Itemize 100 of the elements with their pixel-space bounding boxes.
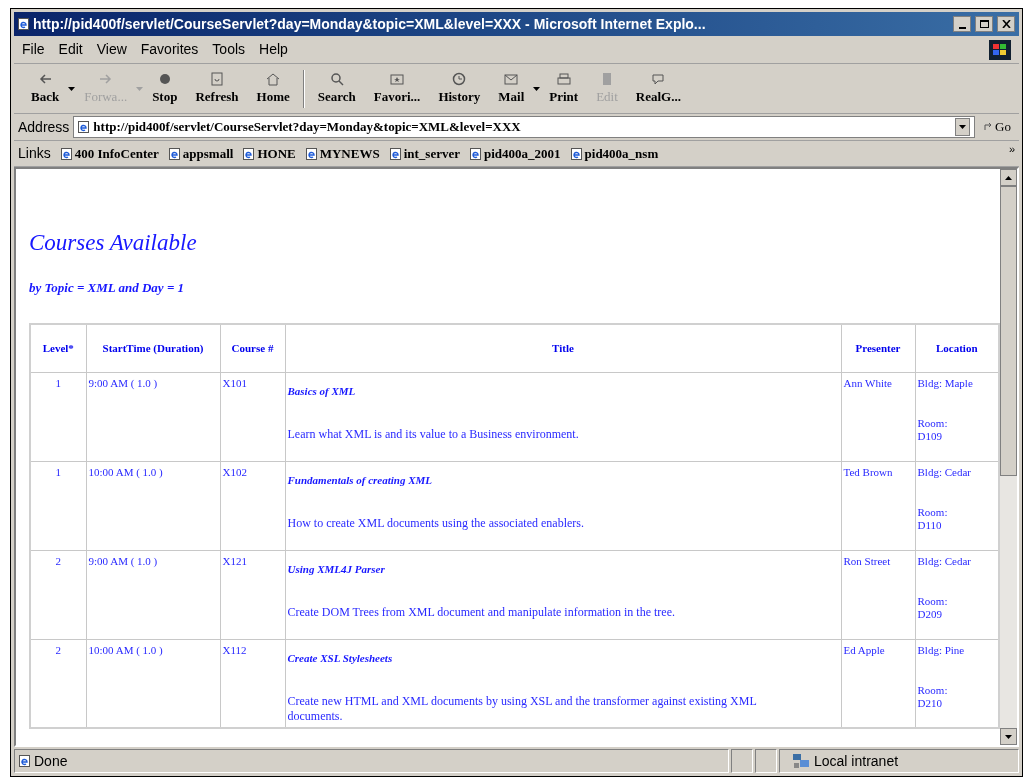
- page-icon: [19, 755, 30, 767]
- level-cell: 2: [30, 550, 86, 640]
- building-text: Bldg: Maple: [917, 376, 974, 391]
- page-icon: [243, 147, 255, 160]
- page-icon: [18, 18, 29, 30]
- scroll-down-button[interactable]: [1000, 728, 1017, 745]
- toolbar-button[interactable]: Search: [308, 70, 365, 107]
- level-cell: 1: [30, 461, 86, 551]
- page-icon: [469, 147, 481, 160]
- link-button[interactable]: HONE: [243, 143, 296, 164]
- scroll-up-button[interactable]: [1000, 169, 1017, 186]
- presenter-cell: Ed Apple: [841, 639, 915, 729]
- link-button[interactable]: pid400a_2001: [469, 143, 561, 164]
- column-header: Course #: [220, 324, 285, 373]
- column-header: StartTime (Duration): [86, 324, 220, 373]
- page-icon: [389, 147, 401, 160]
- intranet-computers-icon: [792, 753, 810, 769]
- printer-icon: [555, 70, 572, 87]
- dropdown-caret-icon: [136, 86, 144, 91]
- toolbar-button[interactable]: Stop: [143, 70, 187, 107]
- course-number-cell: X121: [220, 550, 285, 640]
- vertical-scrollbar[interactable]: [1000, 169, 1017, 745]
- address-label: Address: [18, 117, 70, 137]
- address-field[interactable]: http://pid400f/servlet/CourseServlet?day=Monday&topic=XML&level=XXX: [73, 116, 976, 138]
- down-arrow-icon: [1005, 734, 1012, 739]
- menu-item[interactable]: File: [22, 39, 45, 60]
- course-number-cell: X102: [220, 461, 285, 551]
- course-title: Basics of XML: [287, 383, 357, 399]
- close-button[interactable]: [997, 16, 1015, 32]
- close-icon: [1001, 20, 1011, 28]
- link-button[interactable]: MYNEWS: [305, 143, 380, 164]
- menu-item[interactable]: Tools: [212, 39, 246, 60]
- course-title: Create XSL Stylesheets: [287, 650, 394, 666]
- room-text: Room: D109: [917, 416, 949, 444]
- clock-icon: [451, 70, 468, 87]
- status-panel: [755, 749, 777, 773]
- course-description: Create DOM Trees from XML document and manipulate information in the tree.: [287, 605, 676, 621]
- menu-item[interactable]: Help: [259, 39, 288, 60]
- column-header: Title: [285, 324, 841, 373]
- toolbar-button[interactable]: Favori...: [364, 70, 430, 107]
- dropdown-caret-icon: [533, 86, 541, 91]
- dropdown-caret-icon: [68, 86, 76, 91]
- menu-item[interactable]: Edit: [58, 39, 83, 60]
- presenter-cell: Ron Street: [841, 550, 915, 640]
- go-button[interactable]: Go: [979, 117, 1015, 137]
- course-description: Create new HTML and XML documents by using XSL and the transformer against existing XML documents.: [287, 694, 758, 725]
- level-cell: 1: [30, 372, 86, 462]
- links-label: Links: [18, 144, 51, 163]
- course-title: Using XML4J Parser: [287, 561, 386, 577]
- address-dropdown-button[interactable]: [955, 118, 971, 136]
- page-icon: [305, 147, 317, 160]
- start-time-cell: 9:00 AM ( 1.0 ): [86, 550, 220, 640]
- presenter-cell: Ann White: [841, 372, 915, 462]
- search-icon: [328, 70, 345, 87]
- menu-item[interactable]: View: [96, 39, 127, 60]
- column-header: Level*: [30, 324, 86, 373]
- page-icon: [60, 147, 72, 160]
- start-time-cell: 10:00 AM ( 1.0 ): [86, 639, 220, 729]
- page-heading: Courses Available: [29, 229, 198, 257]
- building-text: Bldg: Cedar: [917, 465, 972, 480]
- room-text: Room: D110: [917, 505, 949, 533]
- zone-text: Local intranet: [814, 751, 899, 771]
- course-description: Learn what XML is and its value to a Business environment.: [287, 427, 580, 443]
- toolbar-button[interactable]: Refresh: [186, 70, 248, 107]
- start-time-cell: 9:00 AM ( 1.0 ): [86, 372, 220, 462]
- toolbar-button[interactable]: History: [429, 70, 490, 107]
- maximize-button[interactable]: [975, 16, 993, 32]
- scroll-thumb[interactable]: [1000, 186, 1017, 476]
- toolbar-button[interactable]: Back: [22, 70, 76, 107]
- toolbar-button[interactable]: Home: [247, 69, 309, 108]
- page-icon: [168, 147, 180, 160]
- start-time-cell: 10:00 AM ( 1.0 ): [86, 461, 220, 551]
- go-arrow-icon: [983, 122, 994, 132]
- windows-logo-icon: [989, 39, 1011, 60]
- course-number-cell: X101: [220, 372, 285, 462]
- up-arrow-icon: [1005, 175, 1012, 180]
- page-subheading: by Topic = XML and Day = 1: [29, 278, 186, 297]
- page-icon: [78, 121, 90, 133]
- toolbar-button[interactable]: RealG...: [626, 70, 690, 107]
- building-text: Bldg: Cedar: [917, 554, 972, 569]
- course-number-cell: X112: [220, 639, 285, 729]
- course-description: How to create XML documents using the associated enablers.: [287, 516, 585, 532]
- building-text: Bldg: Pine: [917, 643, 966, 658]
- toolbar-button[interactable]: Mail: [489, 70, 541, 107]
- course-title: Fundamentals of creating XML: [287, 472, 434, 488]
- more-links-chevron[interactable]: »: [1008, 141, 1015, 158]
- page-refresh-icon: [209, 70, 225, 87]
- page-icon: [570, 147, 582, 160]
- room-text: Room: D209: [917, 594, 949, 622]
- status-panel: [731, 749, 753, 773]
- link-button[interactable]: 400 InfoCenter: [60, 143, 159, 164]
- column-header: Presenter: [841, 324, 915, 373]
- link-button[interactable]: pid400a_nsm: [570, 143, 659, 164]
- link-button[interactable]: appsmall: [168, 143, 234, 164]
- presenter-cell: Ted Brown: [841, 461, 915, 551]
- minimize-button[interactable]: [953, 16, 971, 32]
- toolbar-button[interactable]: Print: [540, 70, 588, 107]
- window-title: http://pid400f/servlet/CourseServlet?day=Monday&topic=XML&level=XXX - Microsoft Internet Explo...: [33, 14, 707, 34]
- link-button[interactable]: int_server: [389, 143, 460, 164]
- menu-item[interactable]: Favorites: [140, 39, 199, 60]
